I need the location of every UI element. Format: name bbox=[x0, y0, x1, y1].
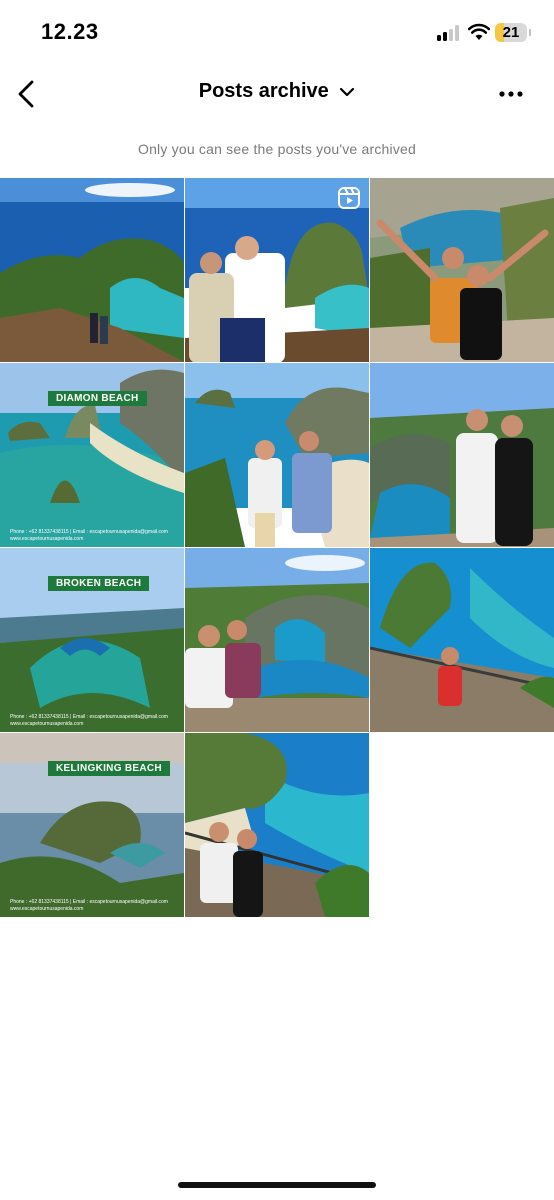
banner-diamond-beach: DIAMON BEACH bbox=[48, 391, 147, 406]
post-footer: Phone : +62 81337438115 | Email : escape… bbox=[10, 714, 168, 728]
post-thumbnail-7[interactable]: BROKEN BEACH Phone : +62 81337438115 | E… bbox=[0, 548, 184, 732]
post-thumbnail-1[interactable] bbox=[0, 178, 184, 362]
archive-notice: Only you can see the posts you've archiv… bbox=[137, 141, 416, 157]
post-thumbnail-11[interactable] bbox=[185, 733, 369, 917]
banner-kelingking-beach: KELINGKING BEACH bbox=[48, 761, 170, 776]
cellular-signal-icon bbox=[437, 25, 461, 41]
wifi-icon bbox=[468, 23, 490, 40]
post-thumbnail-6[interactable] bbox=[370, 363, 554, 547]
status-bar: 12.23 21 bbox=[0, 0, 554, 66]
post-thumbnail-10[interactable]: KELINGKING BEACH Phone : +62 81337438115… bbox=[0, 733, 184, 917]
more-options-button[interactable] bbox=[496, 84, 526, 104]
banner-broken-beach: BROKEN BEACH bbox=[48, 576, 150, 591]
post-footer: Phone : +62 81337438115 | Email : escape… bbox=[10, 899, 168, 913]
post-thumbnail-8[interactable] bbox=[185, 548, 369, 732]
home-indicator[interactable] bbox=[178, 1182, 376, 1188]
post-footer-contact: Phone : +62 81337438115 | Email : escape… bbox=[10, 899, 168, 905]
battery-tip bbox=[529, 29, 531, 36]
post-footer-site: www.escapetournusapenida.com bbox=[10, 721, 84, 727]
archive-type-dropdown[interactable]: Posts archive bbox=[0, 80, 554, 103]
battery-icon: 21 bbox=[495, 23, 527, 42]
post-footer-site: www.escapetournusapenida.com bbox=[10, 906, 84, 912]
clock: 12.23 bbox=[41, 19, 99, 44]
header: Posts archive bbox=[0, 66, 554, 122]
chevron-down-icon bbox=[340, 87, 355, 96]
post-thumbnail-2[interactable] bbox=[185, 178, 369, 362]
post-footer: Phone : +62 81337438115 | Email : escape… bbox=[10, 529, 168, 543]
battery-level: 21 bbox=[502, 24, 520, 41]
reel-icon bbox=[338, 187, 360, 209]
post-footer-contact: Phone : +62 81337438115 | Email : escape… bbox=[10, 529, 168, 535]
post-thumbnail-5[interactable] bbox=[185, 363, 369, 547]
post-footer-site: www.escapetournusapenida.com bbox=[10, 536, 84, 542]
page-title: Posts archive bbox=[198, 80, 329, 102]
post-thumbnail-3[interactable] bbox=[370, 178, 554, 362]
post-thumbnail-9[interactable] bbox=[370, 548, 554, 732]
post-footer-contact: Phone : +62 81337438115 | Email : escape… bbox=[10, 714, 168, 720]
post-thumbnail-4[interactable]: DIAMON BEACH Phone : +62 81337438115 | E… bbox=[0, 363, 184, 547]
